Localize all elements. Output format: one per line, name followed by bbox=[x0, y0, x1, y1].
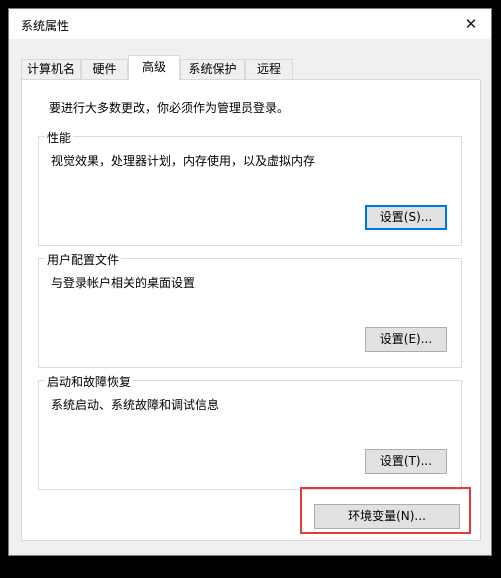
user-profiles-group-title: 用户配置文件 bbox=[45, 251, 122, 268]
startup-recovery-description: 系统启动、系统故障和调试信息 bbox=[51, 398, 220, 412]
performance-description: 视觉效果，处理器计划，内存使用，以及虚拟内存 bbox=[51, 154, 316, 168]
tab-computer-name[interactable]: 计算机名 bbox=[21, 59, 81, 79]
tab-remote[interactable]: 远程 bbox=[245, 59, 293, 79]
startup-recovery-settings-button[interactable]: 设置(T)... bbox=[365, 449, 447, 474]
system-properties-window: 系统属性 ✕ 计算机名 硬件 高级 系统保护 远程 要进行大多数更改，你必须作为… bbox=[8, 8, 492, 556]
user-profiles-group: 用户配置文件 与登录帐户相关的桌面设置 设置(E)... bbox=[38, 251, 462, 368]
title-bar[interactable]: 系统属性 ✕ bbox=[9, 9, 491, 39]
startup-recovery-group: 启动和故障恢复 系统启动、系统故障和调试信息 设置(T)... bbox=[38, 373, 462, 490]
startup-recovery-group-title: 启动和故障恢复 bbox=[45, 373, 134, 390]
close-icon[interactable]: ✕ bbox=[451, 9, 491, 39]
user-profiles-description: 与登录帐户相关的桌面设置 bbox=[51, 276, 196, 290]
window-title: 系统属性 bbox=[21, 19, 70, 33]
highlight-box bbox=[300, 487, 471, 534]
performance-group-title: 性能 bbox=[45, 129, 74, 146]
user-profiles-settings-button[interactable]: 设置(E)... bbox=[365, 327, 447, 352]
performance-settings-button[interactable]: 设置(S)... bbox=[365, 205, 447, 230]
performance-group: 性能 视觉效果，处理器计划，内存使用，以及虚拟内存 设置(S)... bbox=[38, 129, 462, 246]
tab-advanced[interactable]: 高级 bbox=[128, 55, 180, 80]
tab-hardware[interactable]: 硬件 bbox=[81, 59, 128, 79]
admin-note: 要进行大多数更改，你必须作为管理员登录。 bbox=[49, 101, 290, 115]
tab-system-protection[interactable]: 系统保护 bbox=[180, 59, 245, 79]
advanced-tab-panel: 要进行大多数更改，你必须作为管理员登录。 性能 视觉效果，处理器计划，内存使用，… bbox=[21, 79, 481, 541]
